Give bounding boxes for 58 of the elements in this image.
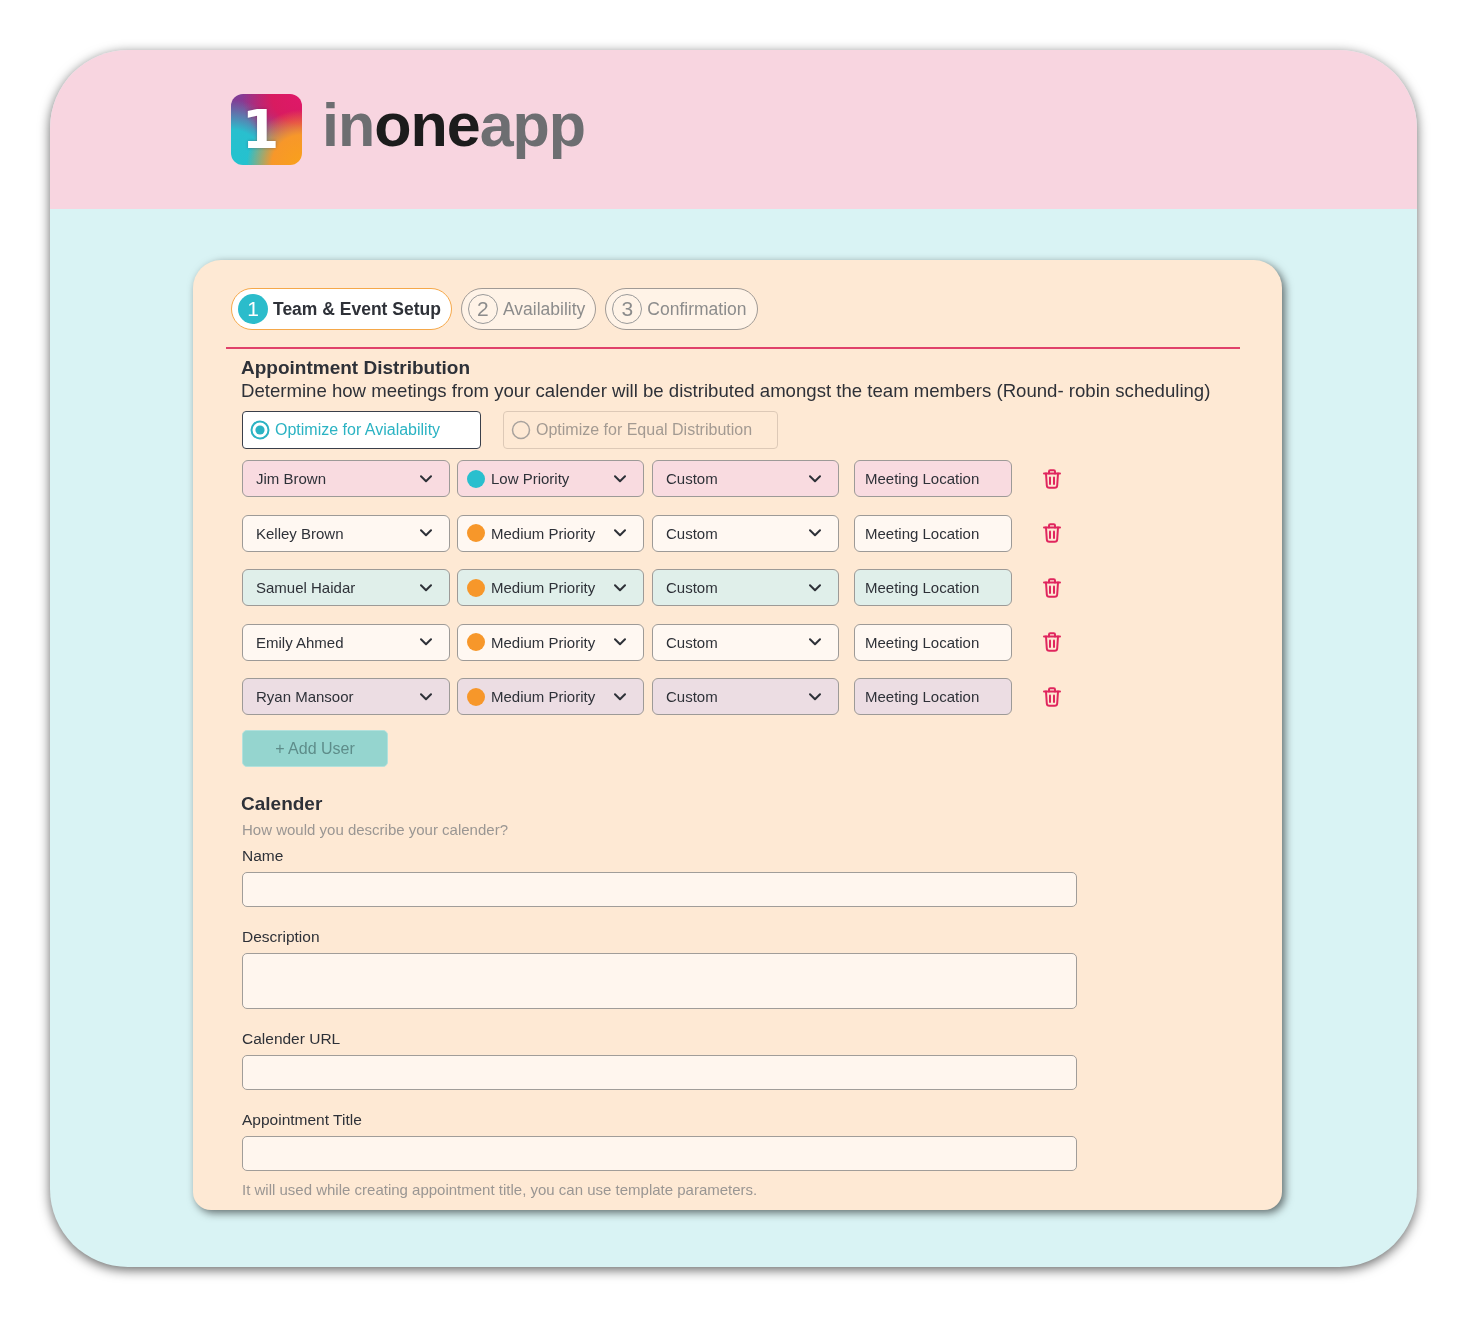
section-heading: Appointment Distribution [241, 357, 472, 379]
location-field[interactable]: Meeting Location [854, 623, 1012, 661]
member-dropdown[interactable]: Ryan Mansoor [242, 678, 450, 715]
priority-dropdown[interactable]: Medium Priority [457, 569, 644, 606]
chevron-down-icon [809, 529, 821, 537]
option-dropdown[interactable]: Custom [652, 514, 839, 552]
chevron-down-icon [809, 692, 821, 701]
location-field[interactable]: Meeting Location [854, 569, 1012, 606]
chevron-down-icon [420, 474, 432, 483]
priority-dropdown[interactable]: Medium Priority [457, 514, 644, 552]
trash-icon[interactable] [1043, 523, 1061, 543]
step-tab[interactable]: 1 Team & Event Setup [231, 288, 452, 330]
location-field[interactable]: Meeting Location [854, 678, 1012, 715]
field-label: Appointment Title [242, 1110, 363, 1130]
option-dropdown[interactable]: Custom [652, 678, 839, 715]
section-description: Determine how meetings from your calender will be distributed amongst the team members (Round- robin scheduling) [241, 379, 1212, 403]
section-hint: How would you describe your calender? [241, 820, 509, 840]
member-dropdown[interactable]: Samuel Haidar [242, 569, 450, 606]
trash-icon[interactable] [1043, 577, 1061, 598]
chevron-down-icon [614, 529, 626, 537]
radio-icon[interactable] [511, 420, 531, 440]
trash-icon[interactable] [1043, 686, 1061, 707]
location-field[interactable]: Meeting Location [854, 514, 1012, 552]
field-label: Name [242, 846, 285, 866]
text-area[interactable] [242, 953, 1077, 1009]
field-label: Calender URL [242, 1029, 342, 1049]
option-dropdown[interactable]: Custom [652, 569, 839, 606]
chevron-down-icon [614, 638, 626, 646]
section-heading: Calender [241, 793, 324, 815]
field-hint: It will used while creating appointment title, you can use template parameters. [241, 1180, 759, 1200]
radio-icon[interactable] [250, 420, 270, 440]
chevron-down-icon [809, 638, 821, 646]
priority-dropdown[interactable]: Medium Priority [457, 678, 644, 715]
option-dropdown[interactable]: Custom [652, 623, 839, 661]
input-field[interactable] [242, 872, 1077, 907]
chevron-down-icon [809, 474, 821, 483]
member-dropdown[interactable]: Jim Brown [242, 460, 450, 497]
priority-dropdown[interactable]: Low Priority [457, 460, 644, 497]
input-field[interactable] [242, 1055, 1077, 1090]
field-label: Description [242, 927, 321, 947]
chevron-down-icon [614, 692, 626, 701]
input-field[interactable] [242, 1136, 1077, 1171]
member-dropdown[interactable]: Kelley Brown [242, 514, 450, 552]
trash-icon[interactable] [1043, 468, 1061, 489]
step-number: 1 [238, 294, 268, 324]
chevron-down-icon [420, 529, 432, 537]
logo-wordmark: inoneapp [322, 95, 586, 161]
chevron-down-icon [614, 474, 626, 483]
chevron-down-icon [420, 583, 432, 592]
trash-icon[interactable] [1043, 632, 1061, 652]
chevron-down-icon [809, 583, 821, 592]
chevron-down-icon [614, 583, 626, 592]
priority-dropdown[interactable]: Medium Priority [457, 623, 644, 661]
chevron-down-icon [420, 638, 432, 646]
member-dropdown[interactable]: Emily Ahmed [242, 623, 450, 661]
location-field[interactable]: Meeting Location [854, 460, 1012, 497]
chevron-down-icon [420, 692, 432, 701]
option-dropdown[interactable]: Custom [652, 460, 839, 497]
